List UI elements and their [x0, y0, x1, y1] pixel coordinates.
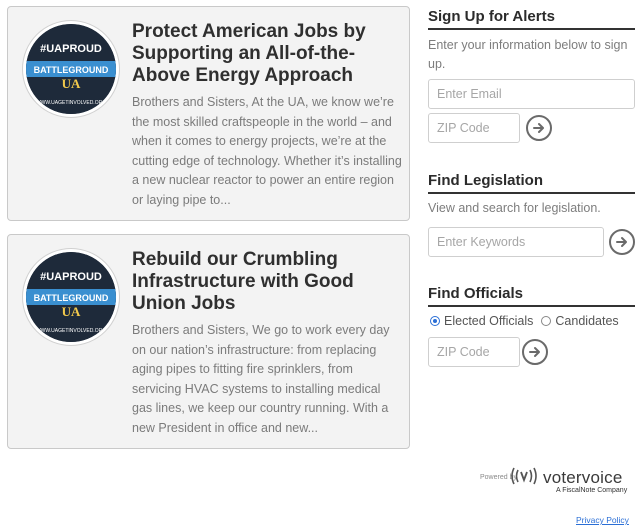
article-title[interactable]: Rebuild our Crumbling Infrastructure wit…: [132, 249, 402, 315]
arrow-right-circle-icon: [616, 237, 627, 247]
officials-zip-input[interactable]: [428, 337, 520, 367]
article-excerpt: Brothers and Sisters, We go to work ever…: [132, 323, 390, 435]
arrow-right-circle-icon: [529, 347, 540, 357]
officials-submit-button[interactable]: [522, 339, 548, 365]
alerts-description: Enter your information below to sign up.: [428, 38, 628, 71]
votervoice-logo-icon: [511, 467, 537, 485]
arrow-right-circle-icon: [533, 123, 544, 133]
article-card[interactable]: #UAPROUD BATTLEGROUND UA WWW.UAGETINVOLV…: [7, 234, 410, 449]
article-title[interactable]: Protect American Jobs by Supporting an A…: [132, 21, 402, 87]
legislation-search-button[interactable]: [609, 229, 635, 255]
radio-candidates[interactable]: [541, 316, 552, 326]
legislation-description: View and search for legislation.: [428, 201, 601, 215]
radio-elected-officials[interactable]: [430, 316, 440, 326]
alerts-heading: Sign Up for Alerts: [428, 8, 635, 30]
alerts-zip-input[interactable]: [428, 113, 520, 143]
privacy-policy-link[interactable]: Privacy Policy: [576, 515, 629, 525]
votervoice-subtitle: A FiscalNote Company: [556, 487, 628, 494]
legislation-heading: Find Legislation: [428, 172, 635, 194]
badge-top-text: #UAPROUD: [40, 271, 102, 283]
badge-banner-text: BATTLEGROUND: [34, 65, 109, 75]
radio-elected-officials-label[interactable]: Elected Officials: [444, 314, 533, 328]
alerts-submit-button[interactable]: [526, 115, 552, 141]
badge-mark: UA: [62, 304, 81, 319]
badge-top-text: #UAPROUD: [40, 43, 102, 55]
keywords-input[interactable]: [428, 227, 604, 257]
article-card[interactable]: #UAPROUD BATTLEGROUND UA WWW.UAGETINVOLV…: [7, 6, 410, 221]
badge-url-text: WWW.UAGETINVOLVED.ORG: [36, 100, 106, 106]
uaproud-badge-image: #UAPROUD BATTLEGROUND UA WWW.UAGETINVOLV…: [23, 249, 119, 345]
votervoice-brand[interactable]: votervoice: [543, 468, 622, 488]
badge-url-text: WWW.UAGETINVOLVED.ORG: [36, 328, 106, 334]
radio-candidates-label[interactable]: Candidates: [555, 314, 618, 328]
officials-heading: Find Officials: [428, 285, 635, 307]
badge-banner-text: BATTLEGROUND: [34, 293, 109, 303]
badge-mark: UA: [62, 76, 81, 91]
official-type-radio-group: Elected Officials Candidates: [430, 314, 627, 328]
uaproud-badge-image: #UAPROUD BATTLEGROUND UA WWW.UAGETINVOLV…: [23, 21, 119, 117]
email-input[interactable]: [428, 79, 635, 109]
article-excerpt: Brothers and Sisters, At the UA, we know…: [132, 95, 402, 207]
